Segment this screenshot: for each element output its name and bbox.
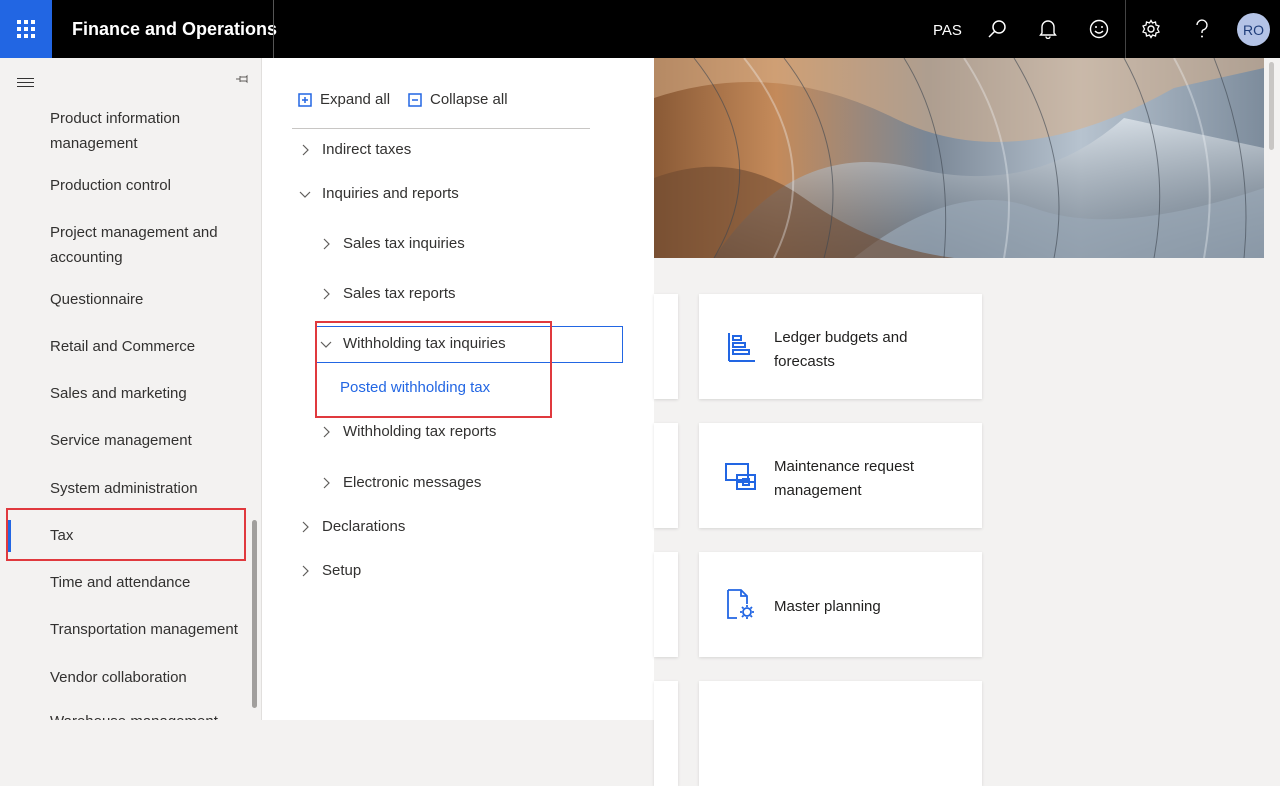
gear-icon	[1142, 19, 1160, 39]
tree-item-sales-tax-reports[interactable]: Sales tax reports	[319, 285, 456, 302]
expand-all-icon	[298, 92, 312, 107]
nav-item-project-management-and-accounting[interactable]: Project management and accounting	[50, 220, 250, 270]
tree-label: Setup	[322, 562, 362, 579]
nav-item-production-control[interactable]: Production control	[50, 173, 250, 198]
dashboard-banner-image	[654, 58, 1264, 258]
tree-label: Electronic messages	[343, 474, 482, 491]
withholding-highlight-box	[315, 321, 552, 418]
workspace-tile-partial[interactable]	[654, 552, 678, 657]
tree-item-sales-tax-inquiries[interactable]: Sales tax inquiries	[319, 235, 465, 252]
nav-item-questionnaire[interactable]: Questionnaire	[50, 287, 250, 312]
nav-item-retail-and-commerce[interactable]: Retail and Commerce	[50, 334, 250, 359]
notifications-button[interactable]	[1023, 0, 1073, 58]
nav-item-transportation-management[interactable]: Transportation management	[50, 617, 250, 642]
left-navigation-pane: Product information management Productio…	[0, 58, 262, 720]
tile-label: Maintenance request management	[774, 458, 915, 499]
expand-all-label: Expand all	[320, 91, 391, 108]
collapse-all-label: Collapse all	[430, 91, 508, 108]
tile-ledger-budgets-and-forecasts[interactable]: Ledger budgets and forecasts	[699, 294, 982, 399]
nav-item-time-and-attendance[interactable]: Time and attendance	[50, 570, 250, 595]
tree-item-withholding-tax-reports[interactable]: Withholding tax reports	[319, 423, 496, 440]
search-button[interactable]	[972, 0, 1022, 58]
master-planning-icon	[727, 589, 754, 619]
tile-label: Master planning	[774, 598, 881, 615]
ledger-budget-icon	[728, 333, 755, 362]
app-title[interactable]: Finance and Operations	[72, 0, 277, 58]
maintenance-request-icon	[725, 463, 756, 490]
tree-item-indirect-taxes[interactable]: Indirect taxes	[298, 141, 411, 158]
tree-label: Inquiries and reports	[322, 185, 459, 202]
company-picker[interactable]: PAS	[933, 0, 962, 58]
tile-master-planning[interactable]: Master planning	[699, 552, 982, 657]
nav-item-vendor-collaboration[interactable]: Vendor collaboration	[50, 665, 250, 690]
search-icon	[988, 20, 1006, 38]
hamburger-menu-icon[interactable]	[17, 78, 34, 90]
feedback-button[interactable]	[1074, 0, 1124, 58]
tree-label: Withholding tax reports	[343, 423, 497, 440]
header-divider	[273, 0, 274, 58]
chevron-right-icon	[323, 288, 330, 299]
workspace-tile-partial[interactable]	[654, 294, 678, 399]
tree-item-inquiries-and-reports[interactable]: Inquiries and reports	[298, 185, 459, 202]
tree-label: Sales tax inquiries	[343, 235, 465, 252]
tree-item-declarations[interactable]: Declarations	[298, 518, 405, 535]
top-navigation-bar: Finance and Operations PAS RO	[0, 0, 1280, 58]
tree-item-electronic-messages[interactable]: Electronic messages	[319, 474, 481, 491]
tax-module-flyout: Expand all Collapse all Indirect taxes I…	[262, 58, 654, 720]
workspace-tile-partial[interactable]	[654, 681, 678, 786]
chevron-right-icon	[302, 565, 309, 576]
nav-item-warehouse-management[interactable]: Warehouse management	[50, 709, 250, 720]
tree-label: Sales tax reports	[343, 285, 456, 302]
nav-item-product-information-management[interactable]: Product information management	[50, 106, 250, 156]
chevron-right-icon	[302, 521, 309, 532]
help-icon	[1196, 19, 1208, 38]
waffle-icon	[17, 20, 35, 38]
collapse-all-button[interactable]: Collapse all	[408, 91, 508, 108]
app-launcher-button[interactable]	[0, 0, 52, 58]
collapse-all-icon	[408, 92, 422, 107]
page-scrollbar-track	[1264, 58, 1280, 720]
chevron-right-icon	[323, 477, 330, 488]
bell-icon	[1039, 20, 1057, 39]
chevron-right-icon	[323, 426, 330, 437]
pin-icon[interactable]	[234, 71, 250, 87]
tax-highlight-box	[6, 508, 246, 561]
nav-item-system-administration[interactable]: System administration	[50, 476, 250, 501]
settings-button[interactable]	[1126, 0, 1176, 58]
chevron-right-icon	[302, 144, 309, 155]
user-avatar[interactable]: RO	[1237, 13, 1270, 46]
tree-item-setup[interactable]: Setup	[298, 562, 361, 579]
tree-label: Indirect taxes	[322, 141, 412, 158]
tile-label: Ledger budgets and forecasts	[774, 329, 908, 370]
help-button[interactable]	[1177, 0, 1227, 58]
expand-all-button[interactable]: Expand all	[298, 91, 390, 108]
tree-label: Declarations	[322, 518, 406, 535]
workspace-tile-partial[interactable]	[654, 423, 678, 528]
nav-item-sales-and-marketing[interactable]: Sales and marketing	[50, 381, 250, 406]
nav-item-service-management[interactable]: Service management	[50, 428, 250, 453]
chevron-down-icon	[299, 191, 311, 198]
tile-maintenance-request-management[interactable]: Maintenance request management	[699, 423, 982, 528]
flyout-divider	[292, 128, 590, 129]
smiley-icon	[1089, 19, 1109, 39]
chevron-right-icon	[323, 238, 330, 249]
page-scrollbar-thumb[interactable]	[1269, 62, 1274, 150]
nav-scrollbar[interactable]	[252, 520, 257, 708]
workspace-tile-partial[interactable]	[699, 681, 982, 786]
